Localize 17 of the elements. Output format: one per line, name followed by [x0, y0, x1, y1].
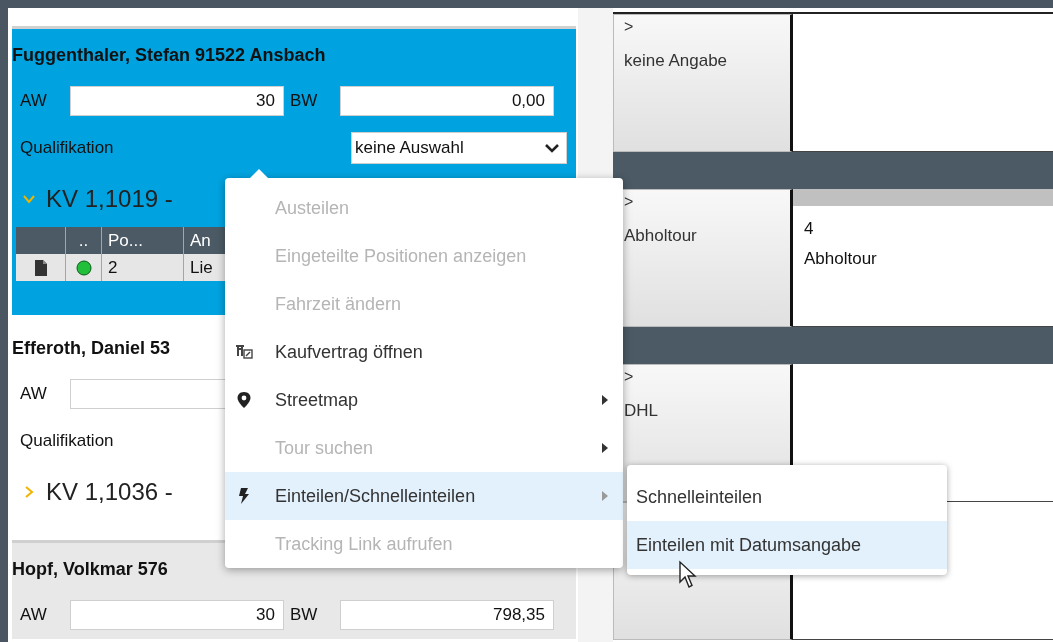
qualification-label: Qualifikation	[20, 138, 114, 158]
lane-text: Abholtour	[803, 248, 878, 270]
customer-name: Fuggenthaler, Stefan 91522 Ansbach	[12, 44, 326, 67]
customer-name: Efferoth, Daniel 53	[12, 337, 171, 360]
customer-name: Hopf, Volkmar 576	[12, 558, 168, 581]
field-label: BW	[290, 605, 319, 625]
field-label: BW	[290, 91, 319, 111]
field-label: AW	[20, 605, 48, 625]
table-cell-text: Lie	[189, 256, 214, 279]
expand-chevron: >	[624, 367, 635, 387]
field-label: AW	[20, 91, 48, 111]
qualification-label: Qualifikation	[20, 431, 114, 451]
lane-text: 4	[803, 218, 815, 240]
expand-chevron: >	[624, 17, 635, 37]
expand-chevron: >	[624, 192, 635, 212]
table-cell: 2	[102, 254, 184, 281]
field-label: AW	[20, 384, 48, 404]
